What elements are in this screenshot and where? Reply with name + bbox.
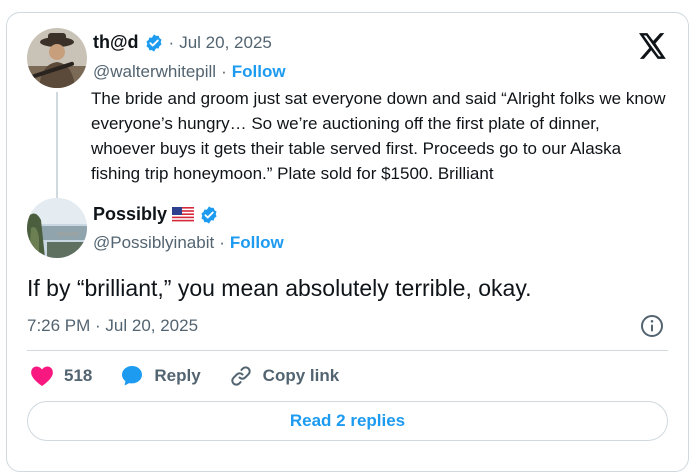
link-icon <box>229 364 253 388</box>
us-flag-icon <box>172 207 195 222</box>
like-button[interactable]: 518 <box>30 365 92 387</box>
divider <box>27 350 668 351</box>
separator-dot: · <box>221 62 227 81</box>
follow-button-main[interactable]: Follow <box>230 233 284 253</box>
quoted-handle-row: @walterwhitepill · Follow <box>93 62 286 82</box>
quoted-header: th@d · Jul 20, 2025 <box>93 32 272 53</box>
read-replies-button[interactable]: Read 2 replies <box>27 401 668 441</box>
action-bar: 518 Reply Copy link <box>30 364 367 388</box>
x-logo-icon[interactable] <box>639 33 667 64</box>
quoted-tweet-text: The bride and groom just sat everyone do… <box>91 89 666 183</box>
main-handle-row: @Possiblyinabit · Follow <box>93 233 284 253</box>
avatar-quoted-user[interactable] <box>27 28 87 88</box>
main-handle[interactable]: @Possiblyinabit <box>93 233 214 253</box>
quoted-handle[interactable]: @walterwhitepill <box>93 62 216 82</box>
heart-icon <box>30 365 54 387</box>
copy-link-button[interactable]: Copy link <box>229 364 340 388</box>
quoted-display-name[interactable]: th@d <box>93 32 139 53</box>
separator-dot: · <box>168 32 175 52</box>
separator-dot: · <box>219 233 225 252</box>
reply-button[interactable]: Reply <box>120 364 201 388</box>
copy-link-label: Copy link <box>262 366 340 385</box>
thread-connector-line <box>56 92 58 198</box>
reply-label: Reply <box>154 366 201 385</box>
info-icon[interactable] <box>640 314 664 343</box>
tweet-timestamp[interactable]: 7:26 PM · Jul 20, 2025 <box>27 316 198 336</box>
quoted-date[interactable]: Jul 20, 2025 <box>179 33 272 53</box>
avatar-main-user[interactable] <box>27 198 87 258</box>
follow-button-quoted[interactable]: Follow <box>232 62 286 82</box>
like-count: 518 <box>64 366 93 385</box>
reply-bubble-icon <box>120 364 144 388</box>
main-tweet-text: If by “brilliant,” you mean absolutely t… <box>27 275 532 301</box>
main-header: Possibly <box>93 204 219 225</box>
verified-badge-icon <box>144 33 164 53</box>
verified-badge-icon <box>199 205 219 225</box>
main-display-name[interactable]: Possibly <box>93 204 167 225</box>
